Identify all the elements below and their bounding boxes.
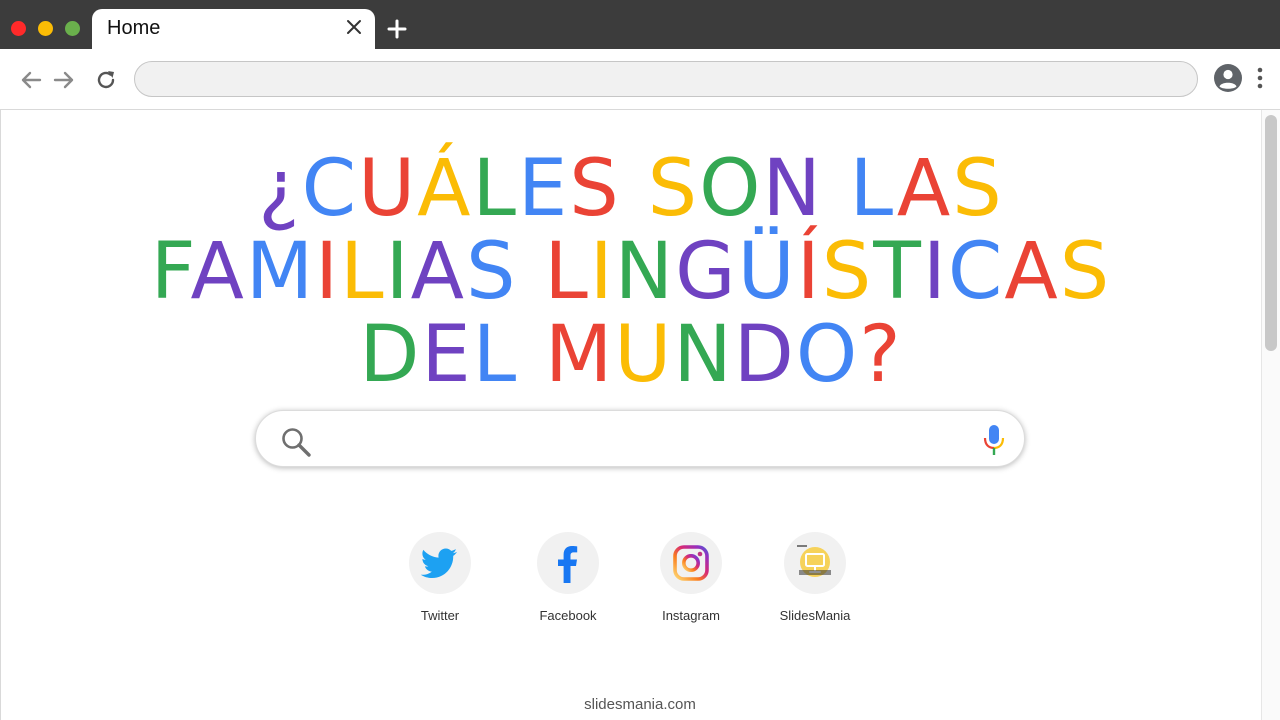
shortcut-label: Instagram xyxy=(662,608,720,623)
shortcut-twitter[interactable]: Twitter xyxy=(380,532,500,623)
headline-letter: L xyxy=(544,227,590,317)
headline-letter: I xyxy=(315,227,341,317)
reload-icon[interactable] xyxy=(95,69,117,91)
headline-letter: C xyxy=(947,227,1005,317)
headline-letter: Á xyxy=(417,144,473,234)
headline-letter: S xyxy=(1059,227,1112,317)
window-close-button[interactable] xyxy=(11,21,26,36)
browser-toolbar xyxy=(0,49,1280,110)
address-bar[interactable] xyxy=(134,61,1198,97)
headline-letter: O xyxy=(699,144,763,234)
headline-letter: Í xyxy=(796,227,822,317)
headline-letter: U xyxy=(358,144,418,234)
tab-strip: Home xyxy=(0,0,1280,49)
scrollbar-thumb[interactable] xyxy=(1265,115,1277,351)
headline-letter: M xyxy=(245,227,316,317)
close-tab-icon[interactable] xyxy=(343,16,365,38)
headline-letter xyxy=(621,144,648,234)
headline-line-3: DEL MUNDO? xyxy=(0,314,1262,397)
new-tab-icon[interactable] xyxy=(386,18,408,40)
search-box[interactable] xyxy=(255,410,1025,467)
headline-letter: L xyxy=(472,144,518,234)
headline-letter: G xyxy=(675,227,738,317)
headline-letter: I xyxy=(589,227,615,317)
headline-letter: A xyxy=(1004,227,1060,317)
headline-letter xyxy=(518,310,545,400)
headline-letter: S xyxy=(821,227,874,317)
shortcut-instagram-tile[interactable] xyxy=(660,532,722,594)
search-icon[interactable] xyxy=(280,426,312,458)
page-content: ¿CUÁLES SON LAS FAMILIAS LINGÜÍSTICAS DE… xyxy=(0,110,1280,720)
forward-arrow-icon[interactable] xyxy=(53,69,75,91)
headline-letter: C xyxy=(301,144,359,234)
headline-letter: E xyxy=(421,310,473,400)
headline-letter: D xyxy=(359,310,422,400)
search-input[interactable] xyxy=(326,421,960,459)
headline-letter: S xyxy=(466,227,518,317)
shortcut-facebook-tile[interactable] xyxy=(537,532,599,594)
headline-letter: N xyxy=(614,227,676,317)
headline-letter xyxy=(518,227,545,317)
shortcut-label: Facebook xyxy=(539,608,597,623)
tab-title: Home xyxy=(107,17,161,39)
slidesmania-logo xyxy=(797,545,831,577)
shortcut-facebook[interactable]: Facebook xyxy=(508,532,628,623)
headline-letter: U xyxy=(614,310,674,400)
headline-letter: L xyxy=(849,144,897,234)
facebook-icon xyxy=(558,546,578,583)
headline-letter: M xyxy=(544,310,615,400)
headline-letter: F xyxy=(150,227,191,317)
headline-letter: S xyxy=(952,144,1004,234)
headline-letter xyxy=(823,144,850,234)
profile-avatar-icon[interactable] xyxy=(1214,64,1242,92)
footer-link[interactable]: slidesmania.com xyxy=(0,696,1280,713)
headline-letter: S xyxy=(569,144,621,234)
shortcut-label: SlidesMania xyxy=(779,608,851,623)
shortcut-twitter-tile[interactable] xyxy=(409,532,471,594)
page-headline: ¿CUÁLES SON LAS FAMILIAS LINGÜÍSTICAS DE… xyxy=(0,148,1262,397)
headline-letter: A xyxy=(190,227,246,317)
headline-letter: O xyxy=(795,310,860,400)
headline-letter: E xyxy=(517,144,570,234)
headline-letter: I xyxy=(922,227,948,317)
shortcut-label: Twitter xyxy=(420,608,460,623)
headline-letter: A xyxy=(410,227,466,317)
shortcut-slidesmania[interactable]: SlidesMania xyxy=(755,532,875,623)
headline-line-2: FAMILIAS LINGÜÍSTICAS xyxy=(0,231,1262,314)
headline-letter: ? xyxy=(859,310,903,400)
shortcut-instagram[interactable]: Instagram xyxy=(631,532,751,623)
back-arrow-icon[interactable] xyxy=(20,69,42,91)
headline-letter: N xyxy=(673,310,734,400)
window-minimize-button[interactable] xyxy=(38,21,53,36)
twitter-icon xyxy=(420,548,457,578)
headline-letter: A xyxy=(896,144,953,234)
headline-letter: ¿ xyxy=(258,144,302,234)
headline-letter: Ü xyxy=(737,227,797,317)
headline-letter: D xyxy=(733,310,796,400)
vertical-scrollbar[interactable] xyxy=(1261,110,1280,720)
headline-letter: T xyxy=(873,227,923,317)
microphone-icon[interactable] xyxy=(982,423,1006,457)
headline-letter: N xyxy=(762,144,823,234)
shortcut-slidesmania-tile[interactable] xyxy=(784,532,846,594)
headline-letter: L xyxy=(340,227,386,317)
headline-line-1: ¿CUÁLES SON LAS xyxy=(0,148,1262,231)
headline-letter: S xyxy=(647,144,700,234)
menu-kebab-icon[interactable] xyxy=(1255,66,1265,90)
tab-home[interactable]: Home xyxy=(92,9,375,49)
instagram-icon xyxy=(673,545,709,581)
headline-letter: I xyxy=(385,227,411,317)
window-zoom-button[interactable] xyxy=(65,21,80,36)
headline-letter: L xyxy=(472,310,519,400)
